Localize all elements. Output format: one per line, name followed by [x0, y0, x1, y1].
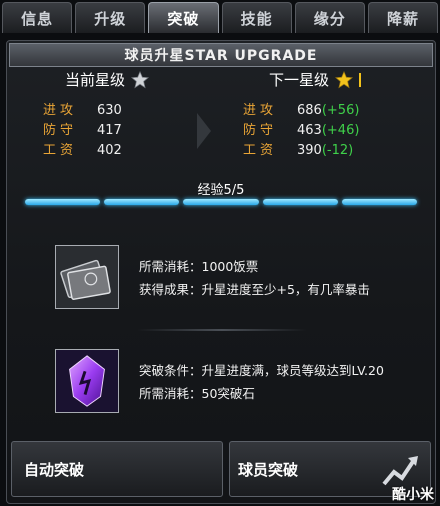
next-star-marker — [359, 72, 362, 87]
stat-delta: (-12) — [321, 143, 354, 158]
gold-star-icon — [335, 70, 354, 88]
player-breakthrough-label: 球员突破 — [238, 460, 299, 479]
stat-delta: (+56) — [321, 103, 360, 118]
arrow-right-icon — [197, 113, 211, 149]
stat-row: 防守 463(+46) — [243, 121, 359, 141]
next-star-label: 下一星级 — [269, 71, 330, 89]
breakthrough-info: 突破条件：升星进度满，球员等级达到LV.20 所需消耗：50突破石 — [139, 359, 384, 405]
tab-salary-cut[interactable]: 降薪 — [367, 2, 439, 33]
star-row: 当前星级 下一星级 — [7, 69, 435, 93]
stat-value: 402 — [97, 143, 122, 158]
breakthrough-stone-item[interactable] — [55, 349, 119, 413]
experience-progress-bar — [25, 199, 418, 207]
next-star: 下一星级 — [269, 69, 362, 90]
meal-ticket-item[interactable] — [55, 245, 119, 309]
current-stats: 进攻 630 防守 417 工资 402 — [43, 101, 122, 161]
breakthrough-stone-icon — [56, 350, 118, 412]
cost-info: 所需消耗：1000饭票 获得成果：升星进度至少+5，有几率暴击 — [139, 255, 370, 301]
panel-title: 球员升星STAR UPGRADE — [9, 43, 433, 67]
tab-bar: 信息 升级 突破 技能 缘分 降薪 — [0, 0, 440, 34]
experience-segment — [104, 199, 180, 205]
experience-segment — [183, 199, 259, 205]
experience-label: 经验5/5 — [197, 183, 245, 198]
experience-segment — [341, 199, 418, 205]
stone-cost-line: 所需消耗：50突破石 — [139, 386, 255, 401]
tab-skills[interactable]: 技能 — [221, 2, 292, 33]
stat-delta: (+46) — [321, 123, 360, 138]
stat-value: 630 — [97, 103, 122, 118]
stat-value: 686 — [297, 103, 322, 118]
stat-value: 417 — [97, 123, 122, 138]
condition-line: 突破条件：升星进度满，球员等级达到LV.20 — [139, 363, 384, 378]
tab-breakthrough[interactable]: 突破 — [148, 2, 219, 33]
stat-label: 进攻 — [43, 103, 78, 118]
section-divider — [137, 329, 307, 331]
experience-segment — [262, 199, 338, 205]
stat-label: 防守 — [43, 123, 78, 138]
stat-row: 进攻 686(+56) — [243, 101, 359, 121]
next-stats: 进攻 686(+56) 防守 463(+46) 工资 390(-12) — [243, 101, 359, 161]
stat-label: 工资 — [43, 143, 78, 158]
tab-upgrade[interactable]: 升级 — [75, 2, 146, 33]
experience-segment — [25, 199, 101, 205]
auto-breakthrough-button[interactable]: 自动突破 — [11, 441, 223, 497]
stat-row: 进攻 630 — [43, 101, 122, 121]
stat-label: 防守 — [243, 123, 278, 138]
tab-info[interactable]: 信息 — [2, 2, 73, 33]
star-upgrade-panel: 球员升星STAR UPGRADE 当前星级 下一星级 进攻 630 防守 417… — [6, 40, 436, 504]
stat-label: 进攻 — [243, 103, 278, 118]
stat-value: 463 — [297, 123, 322, 138]
stat-row: 防守 417 — [43, 121, 122, 141]
tab-fate[interactable]: 缘分 — [294, 2, 365, 33]
current-star: 当前星级 — [65, 69, 150, 90]
watermark: 酷小米 — [392, 487, 434, 503]
silver-star-icon — [131, 70, 150, 88]
stat-row: 工资 402 — [43, 141, 122, 161]
reward-line: 获得成果：升星进度至少+5，有几率暴击 — [139, 282, 370, 297]
current-star-label: 当前星级 — [65, 71, 126, 89]
stat-label: 工资 — [243, 143, 278, 158]
cost-line: 所需消耗：1000饭票 — [139, 259, 259, 274]
stat-row: 工资 390(-12) — [243, 141, 359, 161]
stat-value: 390 — [297, 143, 322, 158]
meal-ticket-icon — [60, 259, 111, 300]
